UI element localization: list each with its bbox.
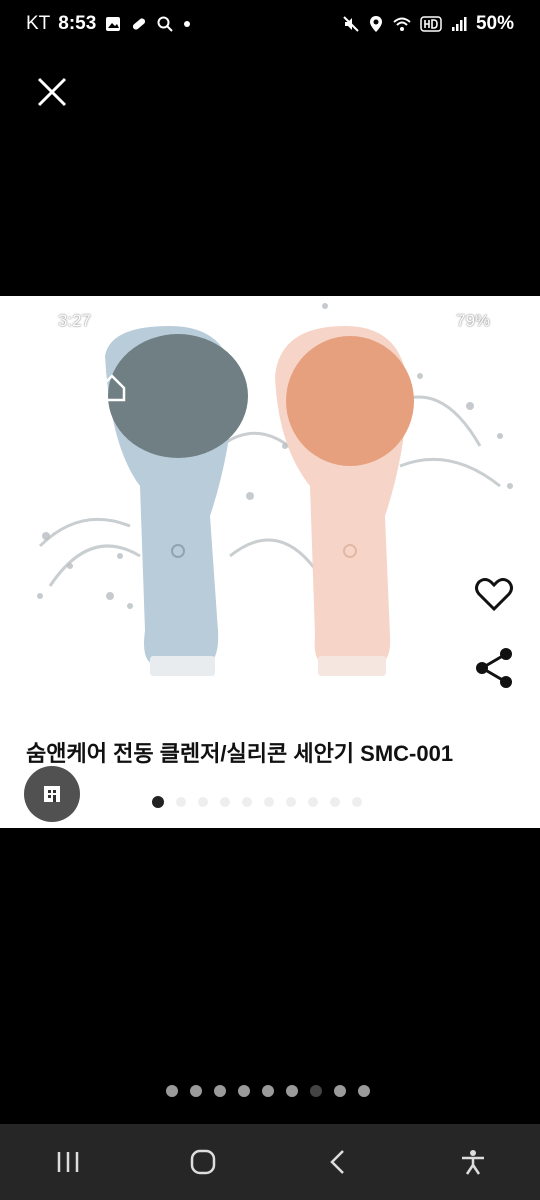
inner-dot: [152, 796, 164, 808]
inner-dot: [286, 797, 296, 807]
inner-dot: [330, 797, 340, 807]
status-bar: KT 8:53 50%: [0, 0, 540, 48]
hd-icon: [420, 16, 442, 32]
pink-cleanser: [275, 326, 414, 676]
pager-dot[interactable]: [334, 1085, 346, 1097]
status-bar-right: 50%: [342, 13, 514, 35]
accessibility-icon: [461, 1150, 484, 1175]
inner-dot: [176, 797, 186, 807]
share-icon: [476, 648, 512, 688]
image-pager: [166, 1085, 370, 1097]
recent-apps-button[interactable]: [38, 1132, 98, 1192]
store-button[interactable]: [24, 766, 80, 822]
pager-dot[interactable]: [166, 1085, 178, 1097]
overlay-battery: 79%: [456, 311, 491, 330]
carrier-label: KT: [26, 13, 51, 34]
store-icon: [44, 786, 60, 802]
like-button[interactable]: [472, 572, 516, 616]
blue-cleanser: [105, 326, 248, 676]
clock: 8:53: [58, 13, 97, 34]
search-icon: [156, 15, 174, 33]
overlay-time: 3:27: [58, 311, 92, 330]
dot-icon: [182, 19, 192, 29]
pager-dot[interactable]: [190, 1085, 202, 1097]
pager-dot[interactable]: [310, 1085, 322, 1097]
pager-dot[interactable]: [358, 1085, 370, 1097]
inner-dot: [352, 797, 362, 807]
water-splash: [38, 395, 501, 587]
pill-icon: [130, 15, 148, 33]
back-icon: [329, 1150, 344, 1174]
product-caption: 숨앤케어 전동 클렌저/실리콘 세안기 SMC-001: [26, 741, 454, 766]
battery-label: 50%: [475, 13, 514, 34]
product-image[interactable]: 3:27 79% 숨앤케어 전동 클렌저/실리콘 세안기 SMC-001: [0, 296, 540, 828]
gallery-icon: [104, 15, 122, 33]
navigation-bar: [0, 1124, 540, 1200]
wifi-icon: [392, 15, 412, 33]
location-icon: [368, 15, 384, 33]
mute-icon: [342, 15, 360, 33]
status-bar-left: KT 8:53: [26, 13, 192, 35]
inner-dot: [198, 797, 208, 807]
close-button[interactable]: [30, 70, 74, 114]
home-button[interactable]: [173, 1132, 233, 1192]
inner-dot: [220, 797, 230, 807]
image-inner-dots: [152, 796, 362, 808]
pager-dot[interactable]: [214, 1085, 226, 1097]
inner-dot: [264, 797, 274, 807]
pager-dot[interactable]: [262, 1085, 274, 1097]
heart-icon: [475, 578, 513, 612]
recent-apps-icon: [57, 1152, 78, 1172]
accessibility-button[interactable]: [443, 1132, 503, 1192]
signal-icon: [450, 15, 468, 33]
back-button[interactable]: [308, 1132, 368, 1192]
share-button[interactable]: [474, 646, 514, 690]
pager-dot[interactable]: [238, 1085, 250, 1097]
home-circle-icon: [190, 1149, 215, 1175]
inner-dot: [242, 797, 252, 807]
pager-dot[interactable]: [286, 1085, 298, 1097]
inner-dot: [308, 797, 318, 807]
close-icon: [37, 77, 67, 107]
